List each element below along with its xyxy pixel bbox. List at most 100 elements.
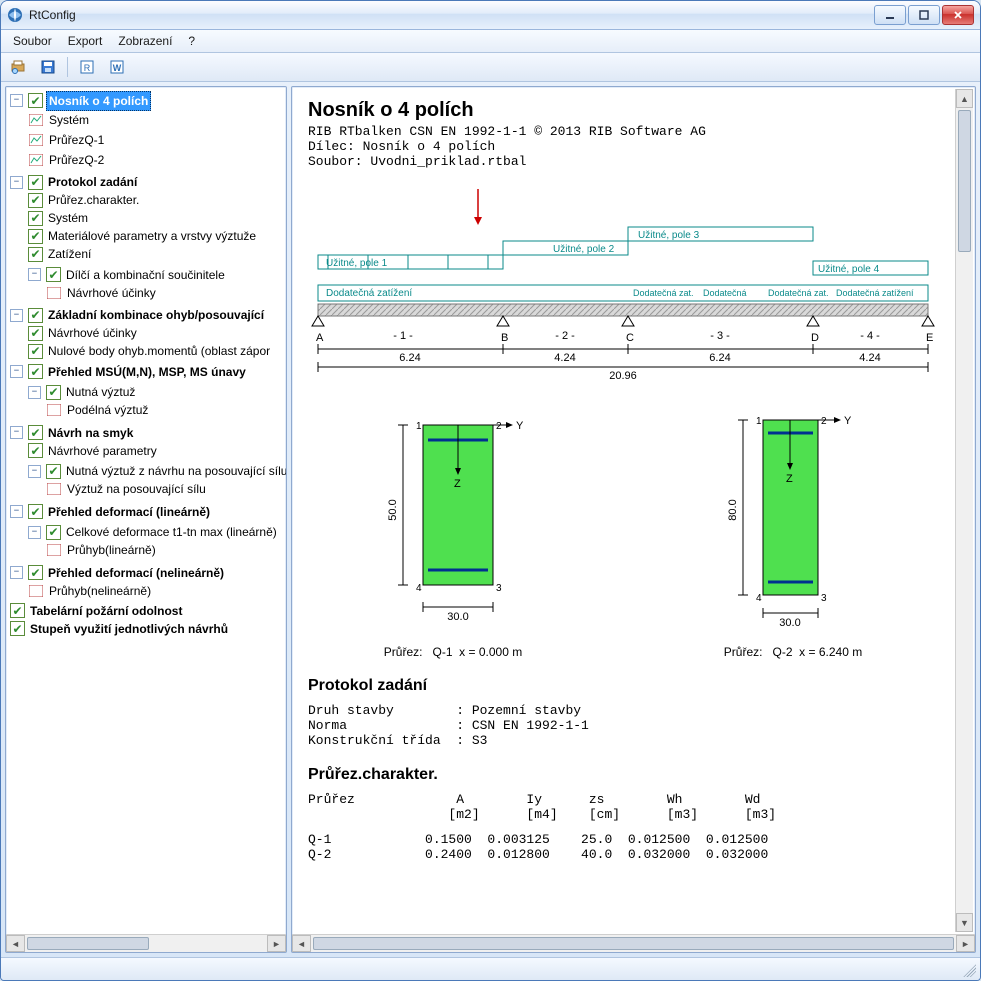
section-q2: Y Z 12 43 80.0 30.0 — [708, 415, 878, 659]
check-icon[interactable]: ✔ — [10, 621, 25, 636]
close-button[interactable] — [942, 5, 974, 25]
tree-node-defnelin[interactable]: Přehled deformací (nelineárně) — [46, 564, 226, 582]
svg-text:E: E — [926, 332, 933, 344]
tree-node[interactable]: Nutná výztuž — [64, 383, 137, 401]
document-pane: Nosník o 4 polích RIB RTbalken CSN EN 19… — [291, 86, 976, 953]
print-preview-button[interactable] — [5, 55, 31, 79]
check-icon[interactable]: ✔ — [28, 565, 43, 580]
svg-text:4: 4 — [416, 583, 422, 594]
expand-icon[interactable]: − — [28, 465, 41, 478]
check-icon[interactable]: ✔ — [46, 267, 61, 282]
tree-node[interactable]: Dílčí a kombinační součinitele — [64, 266, 227, 284]
tree-node[interactable]: Návrhové účinky — [46, 324, 139, 342]
check-icon[interactable]: ✔ — [28, 93, 43, 108]
expand-icon[interactable]: − — [28, 526, 41, 539]
menu-export[interactable]: Export — [60, 31, 111, 51]
chart-icon — [46, 403, 62, 417]
doc-vscrollbar[interactable]: ▲ ▼ — [955, 89, 973, 932]
svg-text:Dodatečná zatížení: Dodatečná zatížení — [836, 288, 914, 298]
tree-node[interactable]: Návrhové účinky — [65, 284, 158, 302]
svg-text:C: C — [626, 332, 634, 344]
check-icon[interactable]: ✔ — [28, 308, 43, 323]
check-icon[interactable]: ✔ — [46, 525, 61, 540]
tree-node[interactable]: Průhyb(lineárně) — [65, 541, 158, 559]
tree-node-stupen[interactable]: Stupeň využití jednotlivých návrhů — [28, 620, 230, 638]
check-icon[interactable]: ✔ — [28, 443, 43, 458]
svg-text:20.96: 20.96 — [609, 370, 637, 382]
expand-icon[interactable]: − — [10, 365, 23, 378]
check-icon[interactable]: ✔ — [28, 326, 43, 341]
expand-icon[interactable]: − — [28, 268, 41, 281]
tree-node[interactable]: Systém — [47, 111, 91, 129]
check-icon[interactable]: ✔ — [46, 385, 61, 400]
scroll-down-icon[interactable]: ▼ — [956, 913, 973, 932]
menu-help[interactable]: ? — [180, 31, 203, 51]
svg-text:D: D — [811, 332, 819, 344]
tree-node[interactable]: Nulové body ohyb.momentů (oblast zápor — [46, 342, 272, 360]
tree-node[interactable]: Materiálové parametry a vrstvy výztuže — [46, 227, 258, 245]
scroll-thumb[interactable] — [958, 110, 971, 252]
check-icon[interactable]: ✔ — [28, 504, 43, 519]
scroll-thumb[interactable] — [27, 937, 149, 950]
maximize-button[interactable] — [908, 5, 940, 25]
expand-icon[interactable]: − — [10, 566, 23, 579]
tree-node-protokol[interactable]: Protokol zadání — [46, 173, 139, 191]
expand-icon[interactable]: − — [10, 426, 23, 439]
expand-icon[interactable]: − — [10, 176, 23, 189]
svg-text:30.0: 30.0 — [779, 617, 800, 629]
tree-node-pozarni[interactable]: Tabelární požární odolnost — [28, 602, 184, 620]
scroll-up-icon[interactable]: ▲ — [956, 89, 973, 108]
expand-icon[interactable]: − — [10, 309, 23, 322]
expand-icon[interactable]: − — [28, 386, 41, 399]
check-icon[interactable]: ✔ — [46, 464, 61, 479]
svg-text:2: 2 — [821, 416, 827, 427]
scroll-thumb[interactable] — [313, 937, 954, 950]
expand-icon[interactable]: − — [10, 505, 23, 518]
check-icon[interactable]: ✔ — [28, 344, 43, 359]
check-icon[interactable]: ✔ — [28, 425, 43, 440]
check-icon[interactable]: ✔ — [10, 603, 25, 618]
svg-text:Dodatečná: Dodatečná — [703, 288, 747, 298]
tree-node[interactable]: Výztuž na posouvající sílu — [65, 480, 208, 498]
doc-h2-protokol: Protokol zadání — [308, 677, 941, 695]
check-icon[interactable]: ✔ — [28, 211, 43, 226]
tree-node-zk[interactable]: Základní kombinace ohyb/posouvající — [46, 306, 266, 324]
scroll-right-icon[interactable]: ► — [956, 935, 975, 952]
menu-view[interactable]: Zobrazení — [110, 31, 180, 51]
check-icon[interactable]: ✔ — [28, 229, 43, 244]
tree-node[interactable]: Průhyb(nelineárně) — [47, 582, 153, 600]
check-icon[interactable]: ✔ — [28, 364, 43, 379]
tree-node[interactable]: PrůřezQ-1 — [47, 131, 106, 149]
check-icon[interactable]: ✔ — [28, 175, 43, 190]
expand-icon[interactable]: − — [10, 94, 23, 107]
export-rtf-button[interactable]: R — [74, 55, 100, 79]
doc-hscrollbar[interactable]: ◄ ► — [292, 934, 975, 952]
navigation-tree[interactable]: − ✔ Nosník o 4 polích Systém PrůřezQ-1 P… — [6, 87, 286, 934]
tree-node[interactable]: Podélná výztuž — [65, 401, 150, 419]
tree-node-msu[interactable]: Přehled MSÚ(M,N), MSP, MS únavy — [46, 363, 248, 381]
scroll-right-icon[interactable]: ► — [267, 935, 286, 952]
check-icon[interactable]: ✔ — [28, 247, 43, 262]
save-button[interactable] — [35, 55, 61, 79]
menu-file[interactable]: Soubor — [5, 31, 60, 51]
scroll-left-icon[interactable]: ◄ — [292, 935, 311, 952]
scroll-left-icon[interactable]: ◄ — [6, 935, 25, 952]
tree-node[interactable]: PrůřezQ-2 — [47, 151, 106, 169]
resize-grip-icon[interactable] — [960, 961, 976, 977]
tree-node[interactable]: Celkové deformace t1-tn max (lineárně) — [64, 523, 279, 541]
check-icon[interactable]: ✔ — [28, 193, 43, 208]
export-word-button[interactable]: W — [104, 55, 130, 79]
minimize-button[interactable] — [874, 5, 906, 25]
tree-node[interactable]: Nutná výztuž z návrhu na posouvající síl… — [64, 462, 286, 480]
content-row: − ✔ Nosník o 4 polích Systém PrůřezQ-1 P… — [5, 86, 976, 953]
tree-node[interactable]: Zatížení — [46, 245, 93, 263]
tree-hscrollbar[interactable]: ◄ ► — [6, 934, 286, 952]
app-icon — [7, 7, 23, 23]
tree-node-root[interactable]: Nosník o 4 polích — [46, 91, 151, 111]
svg-text:4.24: 4.24 — [859, 352, 880, 364]
tree-node[interactable]: Průřez.charakter. — [46, 191, 141, 209]
tree-node-smyk[interactable]: Návrh na smyk — [46, 424, 135, 442]
tree-node[interactable]: Systém — [46, 209, 90, 227]
tree-node[interactable]: Návrhové parametry — [46, 442, 159, 460]
tree-node-deflin[interactable]: Přehled deformací (lineárně) — [46, 503, 212, 521]
